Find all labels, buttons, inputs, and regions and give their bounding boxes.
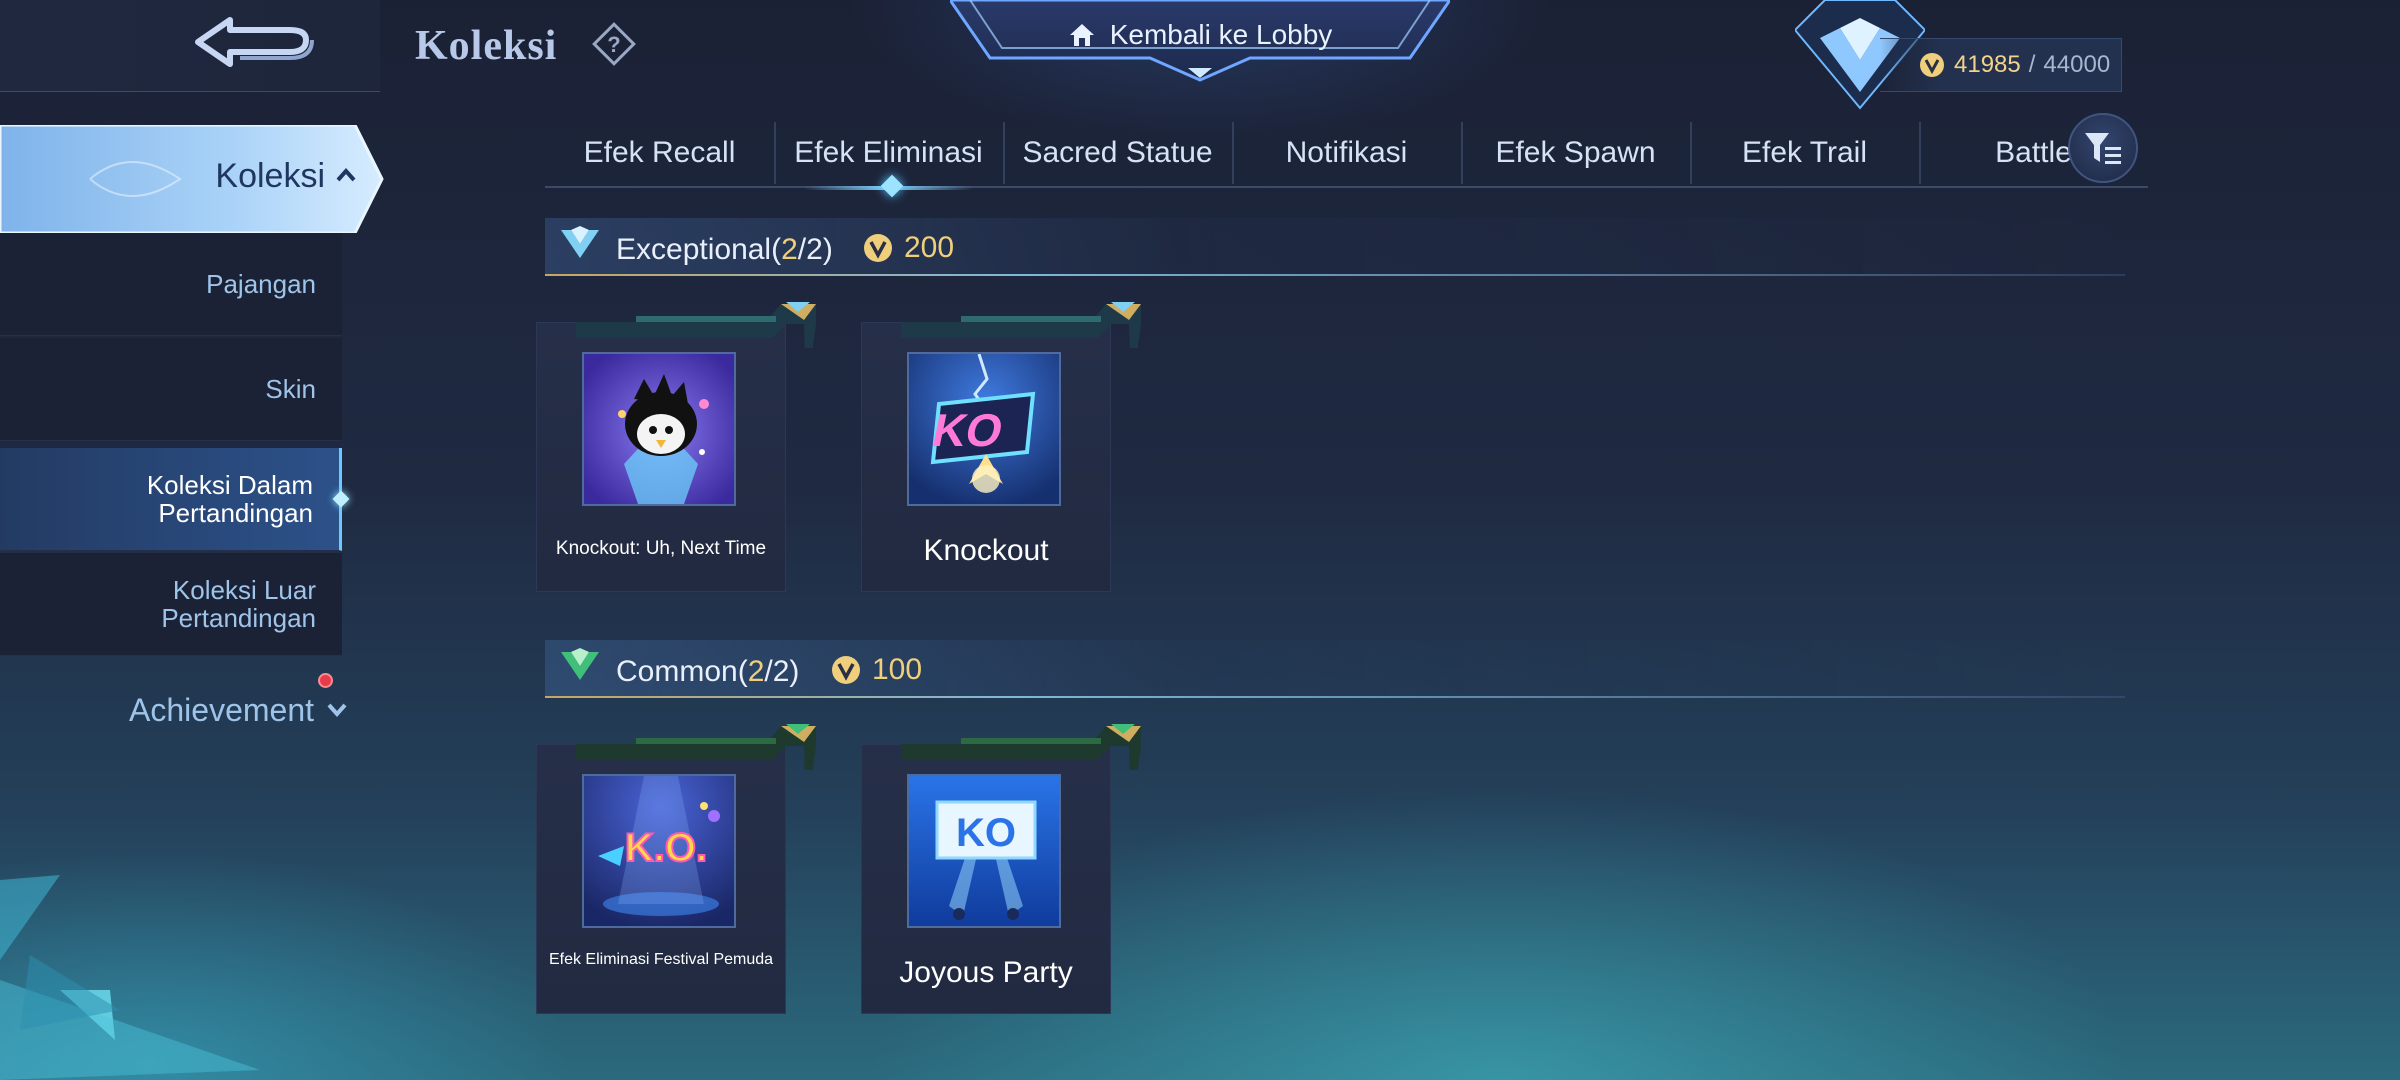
sidebar-item-pajangan[interactable]: Pajangan	[0, 233, 342, 336]
penguin-character-art	[582, 352, 736, 506]
collection-point-icon	[1920, 53, 1944, 77]
points-separator: /	[2028, 51, 2036, 78]
back-arrow-icon	[195, 17, 314, 67]
collection-card[interactable]: Knockout: Uh, Next Time	[536, 302, 816, 592]
tab-label: Efek Recall	[583, 136, 736, 169]
card-trim	[576, 724, 816, 770]
svg-text:?: ?	[607, 32, 620, 57]
collection-point-icon	[864, 234, 892, 262]
section-header-common: Common(2/2) 100	[545, 640, 2125, 698]
tab-notifikasi[interactable]: Notifikasi	[1232, 118, 1461, 188]
tab-label: Battle	[1995, 136, 2072, 169]
tab-label: Notifikasi	[1285, 136, 1408, 169]
section-name: Exceptional	[616, 233, 772, 266]
tab-label: Efek Spawn	[1495, 136, 1656, 169]
section-name: Common	[616, 655, 738, 688]
exceptional-rarity-icon	[561, 226, 599, 258]
points-max: 44000	[2043, 51, 2111, 78]
count-owned: 2	[781, 233, 798, 266]
section-points: 200	[862, 231, 954, 265]
collection-card[interactable]: KO Knockout	[861, 302, 1141, 592]
filter-icon	[2085, 133, 2121, 164]
sidebar-item-label: Pajangan	[206, 269, 316, 299]
chevron-down-icon	[327, 703, 347, 718]
collector-points: 41985 / 44000	[1880, 38, 2122, 92]
label-line-2: Pertandingan	[161, 603, 316, 633]
card-name: Knockout	[923, 534, 1049, 567]
count-close: )	[822, 233, 833, 266]
sidebar-item-koleksi-dalam-pertandingan[interactable]: Koleksi Dalam Pertandingan	[0, 448, 350, 551]
tab-label: Sacred Statue	[1022, 136, 1213, 169]
label-line-1: Koleksi Dalam	[146, 470, 313, 500]
section-title: Common(2/2)	[616, 655, 799, 689]
back-to-lobby-button[interactable]: Kembali ke Lobby	[1000, 10, 1400, 60]
tab-efek-trail[interactable]: Efek Trail	[1690, 118, 1919, 188]
count-total: 2	[806, 233, 823, 266]
count-owned: 2	[747, 655, 765, 688]
section-points-value: 200	[904, 231, 955, 264]
ko-festival-art: K.O.	[582, 774, 736, 928]
help-button[interactable]: ?	[590, 20, 638, 68]
count-separator: /	[764, 655, 773, 688]
tab-label: Efek Eliminasi	[794, 136, 983, 169]
collection-card[interactable]: KO Joyous Party	[861, 724, 1141, 1014]
label-line-1: Koleksi Luar	[172, 575, 316, 605]
question-icon: ?	[592, 22, 636, 66]
points-current: 41985	[1954, 51, 2021, 78]
label-line-2: Pertandingan	[158, 498, 313, 528]
svg-text:KO: KO	[928, 404, 1008, 455]
back-button[interactable]	[190, 12, 320, 78]
sidebar-item-skin[interactable]: Skin	[0, 338, 342, 441]
notification-dot	[318, 673, 333, 688]
sidebar-group-achievement[interactable]: Achievement	[0, 680, 360, 740]
sidebar-item-label: Koleksi Dalam Pertandingan	[147, 471, 313, 527]
ko-lightning-art: KO	[907, 352, 1061, 506]
decorative-shards	[0, 875, 260, 1080]
count-close: )	[789, 655, 800, 688]
chevron-up-icon	[336, 167, 356, 182]
count-separator: /	[797, 233, 807, 266]
tab-sacred-statue[interactable]: Sacred Statue	[1003, 118, 1232, 188]
sidebar-group-label: Koleksi	[215, 157, 325, 195]
home-icon	[1069, 24, 1094, 46]
sidebar-item-label: Koleksi Luar Pertandingan	[161, 576, 316, 632]
section-points: 100	[830, 653, 922, 687]
count-open: (	[737, 655, 748, 688]
card-trim	[576, 302, 816, 348]
page-title: Koleksi	[415, 23, 558, 69]
ko-spotlight-art: KO	[907, 774, 1061, 928]
sidebar-item-koleksi-luar-pertandingan[interactable]: Koleksi Luar Pertandingan	[0, 553, 342, 656]
tab-bar: Efek Recall Efek Eliminasi Sacred Statue…	[545, 118, 2148, 190]
tab-efek-recall[interactable]: Efek Recall	[545, 118, 774, 188]
svg-text:KO: KO	[956, 811, 1016, 855]
card-name: Joyous Party	[899, 956, 1073, 989]
filter-button[interactable]	[2068, 113, 2138, 183]
sidebar-active-frame	[0, 125, 384, 233]
selection-indicator	[332, 490, 350, 508]
common-rarity-icon	[561, 648, 599, 680]
lobby-label: Kembali ke Lobby	[1109, 19, 1333, 50]
card-trim	[901, 724, 1141, 770]
svg-text:K.O.: K.O.	[625, 826, 707, 870]
section-title: Exceptional(2/2)	[616, 233, 833, 267]
tab-label: Efek Trail	[1741, 136, 1868, 169]
card-name: Efek Eliminasi Festival Pemuda	[548, 951, 774, 968]
section-header-exceptional: Exceptional(2/2) 200	[545, 218, 2125, 276]
section-points-value: 100	[872, 653, 923, 686]
collection-point-icon	[832, 656, 860, 684]
tab-efek-spawn[interactable]: Efek Spawn	[1461, 118, 1690, 188]
count-total: 2	[772, 655, 790, 688]
card-name: Knockout: Uh, Next Time	[555, 538, 767, 559]
sidebar-item-label: Skin	[265, 374, 316, 404]
collection-card[interactable]: K.O. Efek Eliminasi Festival Pemuda	[536, 724, 816, 1014]
card-trim	[901, 302, 1141, 348]
achievement-label: Achievement	[129, 691, 314, 728]
count-open: (	[771, 233, 782, 266]
sidebar-group-koleksi[interactable]: Koleksi	[0, 125, 385, 233]
